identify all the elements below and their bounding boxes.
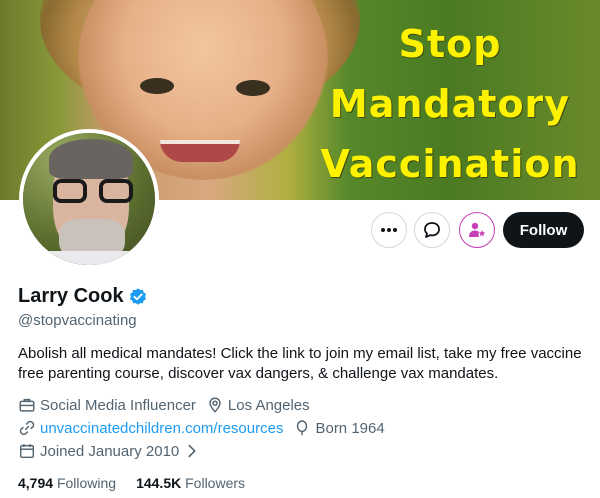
profile-joined-label: Joined January 2010	[40, 442, 180, 460]
profile-category: Social Media Influencer	[18, 396, 196, 414]
message-bubble-icon	[424, 222, 440, 238]
followers-label: Followers	[185, 475, 246, 491]
following-stat[interactable]: 4,794 Following	[18, 475, 116, 491]
profile-stats: 4,794 Following 144.5K Followers	[18, 475, 265, 491]
banner-photo-eye	[236, 80, 270, 96]
profile-handle: @stopvaccinating	[18, 312, 137, 329]
followers-count: 144.5K	[136, 475, 182, 491]
more-options-button[interactable]	[371, 212, 407, 248]
profile-birthdate: Born 1964	[293, 419, 385, 437]
profile-location: Los Angeles	[206, 396, 310, 414]
profile-category-label: Social Media Influencer	[40, 396, 196, 414]
profile-avatar[interactable]	[19, 129, 159, 269]
more-dots-icon	[381, 228, 397, 232]
following-count: 4,794	[18, 475, 54, 491]
banner-photo-mouth	[160, 140, 240, 162]
profile-website-link[interactable]: unvaccinatedchildren.com/resources	[40, 420, 283, 437]
banner-slogan: Stop Mandatory Vaccination	[300, 14, 600, 194]
profile-location-label: Los Angeles	[227, 396, 310, 414]
followers-stat[interactable]: 144.5K Followers	[136, 475, 245, 491]
message-button[interactable]	[414, 212, 450, 248]
profile-bio: Abolish all medical mandates! Click the …	[18, 345, 582, 382]
follow-button[interactable]: Follow	[503, 212, 584, 248]
verified-badge-icon[interactable]	[128, 287, 148, 307]
profile-website[interactable]: unvaccinatedchildren.com/resources	[18, 419, 283, 437]
banner-slogan-line: Stop	[398, 22, 502, 66]
banner-slogan-line: Mandatory	[329, 82, 571, 126]
link-icon	[19, 420, 35, 436]
profile-meta-row: unvaccinatedchildren.com/resources Born …	[18, 419, 395, 437]
avatar-hair	[49, 139, 133, 179]
profile-meta-row: Social Media Influencer Los Angeles	[18, 396, 320, 414]
banner-photo-eye	[140, 78, 174, 94]
profile-meta-row: Joined January 2010	[18, 442, 211, 460]
avatar-shirt	[23, 251, 155, 265]
profile-name: Larry Cook	[18, 285, 124, 307]
profile-birthdate-label: Born 1964	[315, 419, 385, 437]
profile-joined[interactable]: Joined January 2010	[18, 442, 201, 460]
balloon-icon	[297, 420, 308, 436]
chevron-right-icon	[188, 444, 196, 458]
subscribe-button[interactable]	[459, 212, 495, 248]
profile-name-row: Larry Cook	[18, 285, 148, 308]
calendar-icon	[19, 444, 35, 459]
briefcase-icon	[19, 398, 35, 412]
following-label: Following	[56, 475, 117, 491]
location-pin-icon	[209, 397, 221, 413]
subscribe-person-star-icon	[469, 222, 486, 237]
banner-slogan-line: Vaccination	[320, 142, 580, 186]
avatar-glasses	[53, 179, 133, 203]
